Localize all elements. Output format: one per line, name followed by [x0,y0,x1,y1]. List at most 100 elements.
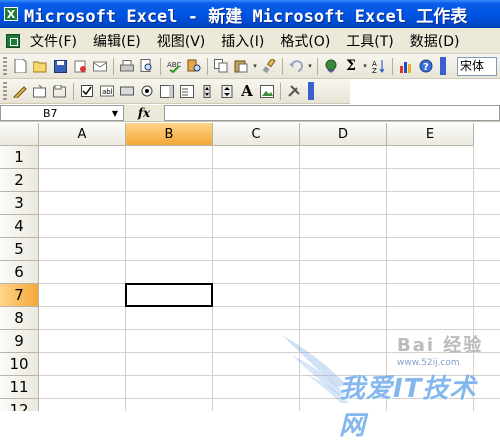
gridline-vertical [386,146,387,411]
name-box[interactable]: B7 ▼ [0,105,124,121]
properties-icon[interactable] [285,82,303,100]
spelling-icon[interactable]: ABC [165,57,183,75]
toolbar-grip[interactable] [440,57,446,75]
paste-icon[interactable] [232,57,250,75]
spinner-icon[interactable] [218,82,236,100]
dropdown-arrow-icon[interactable]: ▾ [362,57,368,75]
toolbar-separator [73,82,74,100]
toolbar-separator [207,57,208,75]
text-icon[interactable]: A [238,82,256,100]
undo-icon[interactable] [287,57,305,75]
row-header-12[interactable]: 12 [0,399,39,411]
row-header-2[interactable]: 2 [0,169,39,192]
button-icon[interactable] [118,82,136,100]
row-header-10[interactable]: 10 [0,353,39,376]
title-bar[interactable]: X Microsoft Excel - 新建 Microsoft Excel 工… [0,0,500,28]
gridline-horizontal [39,398,500,399]
open-icon[interactable] [31,57,49,75]
window-title: Microsoft Excel - 新建 Microsoft Excel 工作表 [24,6,468,27]
toolbar-grip[interactable] [308,82,314,100]
select-all-corner[interactable] [0,123,39,146]
edit-control-icon[interactable] [31,82,49,100]
gridline-vertical [125,146,126,411]
row-header-4[interactable]: 4 [0,215,39,238]
svg-text:Z: Z [372,67,377,73]
row-header-9[interactable]: 9 [0,330,39,353]
listbox-icon[interactable] [158,82,176,100]
gridline-vertical [473,146,474,411]
toolbar-separator [113,57,114,75]
svg-text:?: ? [423,62,429,73]
column-header-b[interactable]: B [126,123,213,146]
radio-icon[interactable] [138,82,156,100]
help-icon[interactable]: ? [417,57,435,75]
format-painter-icon[interactable] [260,57,278,75]
print-preview-icon[interactable] [138,57,156,75]
forms-toolbar: abl A [0,79,350,104]
insert-function-icon[interactable]: fx [124,106,164,120]
menu-data[interactable]: 数据(D) [406,31,472,51]
toolbar-separator [392,57,393,75]
excel-app-icon[interactable]: X [4,7,18,21]
sort-ascending-icon[interactable]: AZ [370,57,388,75]
copy-icon[interactable] [212,57,230,75]
row-header-5[interactable]: 5 [0,238,39,261]
gridline-horizontal [39,237,500,238]
gridline-horizontal [39,168,500,169]
toolbar-separator [160,57,161,75]
column-header-a[interactable]: A [39,123,126,146]
gridline-horizontal [39,306,500,307]
active-cell[interactable] [125,283,213,307]
checkbox-icon[interactable] [78,82,96,100]
autosum-icon[interactable]: Σ [342,57,360,75]
row-header-8[interactable]: 8 [0,307,39,330]
row-header-11[interactable]: 11 [0,376,39,399]
row-header-7[interactable]: 7 [0,284,39,307]
menu-format[interactable]: 格式(O) [276,31,342,51]
picture-icon[interactable] [258,82,276,100]
font-name-select[interactable]: 宋体 [457,56,497,76]
scrollbar-icon[interactable] [198,82,216,100]
chevron-down-icon[interactable]: ▼ [107,109,123,118]
gridline-horizontal [39,260,500,261]
column-header-c[interactable]: C [213,123,300,146]
row-header-6[interactable]: 6 [0,261,39,284]
gridline-vertical [212,146,213,411]
toolbar-separator [282,57,283,75]
new-icon[interactable] [11,57,29,75]
gridline-horizontal [39,283,500,284]
column-header-d[interactable]: D [300,123,387,146]
dropdown-arrow-icon[interactable]: ▾ [252,57,258,75]
svg-text:abl: abl [102,88,113,96]
gridline-horizontal [39,214,500,215]
menu-view[interactable]: 视图(V) [153,31,218,51]
dropdown-arrow-icon[interactable]: ▾ [307,57,313,75]
formula-input[interactable] [164,105,500,121]
name-box-value[interactable]: B7 [1,107,107,120]
toolbar-grip[interactable] [3,82,7,100]
combobox-icon[interactable] [178,82,196,100]
save-icon[interactable] [51,57,69,75]
menu-insert[interactable]: 插入(I) [217,31,276,51]
menu-bar: 文件(F) 编辑(E) 视图(V) 插入(I) 格式(O) 工具(T) 数据(D… [0,28,500,54]
column-header-e[interactable]: E [387,123,474,146]
gridline-horizontal [39,352,500,353]
groupbox-icon[interactable] [51,82,69,100]
permission-icon[interactable] [71,57,89,75]
research-icon[interactable] [185,57,203,75]
text-box-icon[interactable]: abl [98,82,116,100]
hyperlink-icon[interactable] [322,57,340,75]
workbook-icon[interactable] [6,33,20,48]
row-header-3[interactable]: 3 [0,192,39,215]
toolbar-separator [280,82,281,100]
row-header-1[interactable]: 1 [0,146,39,169]
worksheet-grid[interactable]: A B C D E 1 2 3 4 5 6 7 8 9 10 11 12 [0,123,500,411]
menu-tools[interactable]: 工具(T) [342,31,405,51]
menu-edit[interactable]: 编辑(E) [89,31,153,51]
toolbar-grip[interactable] [3,57,7,75]
label-icon[interactable] [11,82,29,100]
print-icon[interactable] [118,57,136,75]
email-icon[interactable] [91,57,109,75]
chart-wizard-icon[interactable] [397,57,415,75]
menu-file[interactable]: 文件(F) [26,31,89,51]
